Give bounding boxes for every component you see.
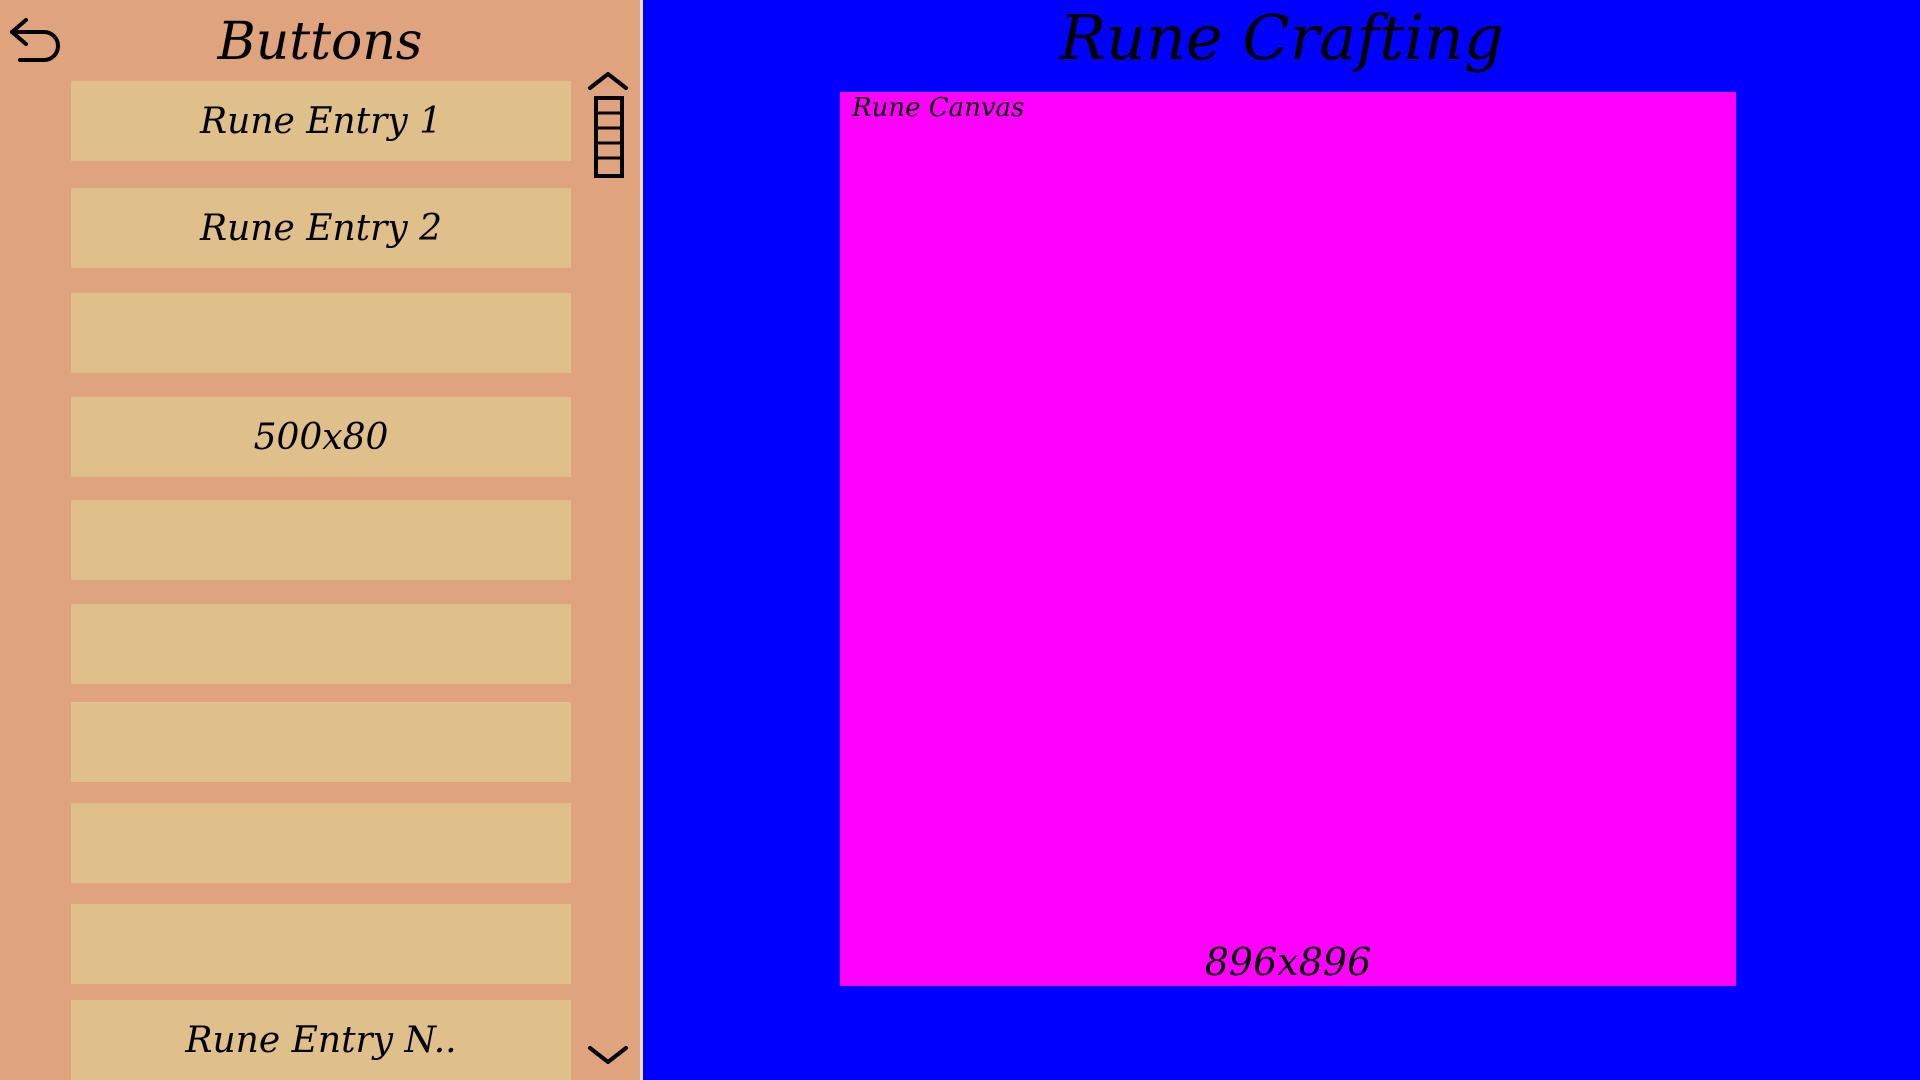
rune-entry-button[interactable]	[71, 803, 571, 883]
chevron-up-icon[interactable]	[586, 68, 630, 94]
panel-divider	[640, 0, 643, 1080]
sidebar-panel: Buttons Rune Entry 1 Rune Entry 2 500x80…	[0, 0, 640, 1080]
canvas-size-text: 896x896	[1204, 940, 1372, 984]
rune-entry-button[interactable]	[71, 904, 571, 984]
rune-canvas[interactable]: Rune Canvas 896x896	[840, 92, 1736, 986]
rune-entry-button[interactable]	[71, 500, 571, 580]
rune-entry-button[interactable]: Rune Entry 2	[71, 188, 571, 268]
rune-entry-button[interactable]: 500x80	[71, 397, 571, 477]
scrollbar-thumb-icon[interactable]	[594, 96, 624, 178]
rune-entry-button[interactable]	[71, 604, 571, 684]
undo-arrow-icon[interactable]	[6, 8, 64, 64]
rune-entry-button[interactable]: Rune Entry 1	[71, 81, 571, 161]
page-title: Rune Crafting	[1059, 1, 1504, 74]
rune-entry-button[interactable]: Rune Entry N..	[71, 1000, 571, 1080]
sidebar-title: Buttons	[217, 12, 423, 72]
chevron-down-icon[interactable]	[586, 1042, 630, 1068]
canvas-label: Rune Canvas	[852, 93, 1025, 123]
rune-entry-button[interactable]	[71, 293, 571, 373]
rune-entry-button[interactable]	[71, 702, 571, 782]
